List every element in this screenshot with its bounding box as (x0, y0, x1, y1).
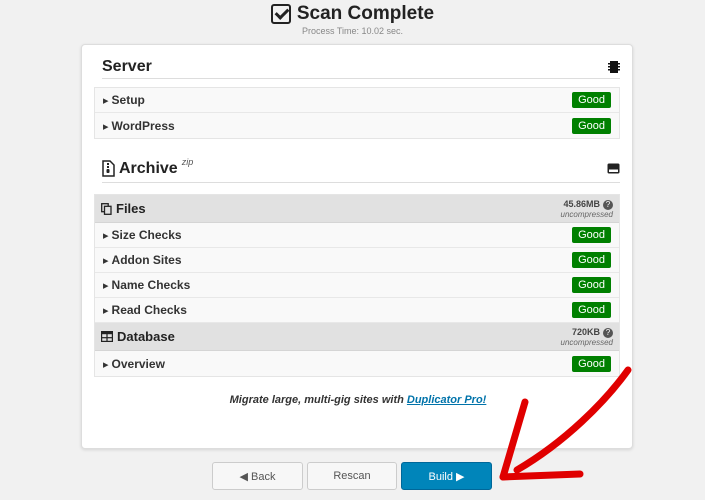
archive-title-wrap: Archive zip (102, 156, 194, 178)
copy-icon (101, 202, 112, 215)
status-badge: Good (572, 277, 611, 293)
status-badge: Good (572, 92, 611, 108)
back-button[interactable]: ◀ Back (212, 462, 303, 490)
title-row: Scan Complete (0, 3, 705, 25)
page-title: Scan Complete (296, 3, 435, 24)
table-icon (101, 331, 113, 342)
files-size: 45.86MB (563, 198, 600, 209)
archive-format: zip (181, 156, 194, 167)
files-title: Files (116, 201, 146, 216)
server-icon (608, 60, 620, 73)
row-label: Name Checks (103, 278, 191, 292)
header: Scan Complete Process Time: 10.02 sec. (0, 3, 705, 36)
row-label: Size Checks (103, 228, 182, 242)
files-title-wrap: Files (101, 201, 146, 216)
archive-list: Files 45.86MB? uncompressed Size Checks … (94, 194, 620, 377)
duplicator-pro-link[interactable]: Duplicator Pro! (407, 394, 486, 406)
files-item-size-checks[interactable]: Size Checks Good (95, 223, 619, 248)
build-button[interactable]: Build ▶ (401, 462, 492, 490)
database-subheader: Database 720KB? uncompressed (95, 323, 619, 351)
server-item-setup[interactable]: Setup Good (95, 88, 619, 113)
files-item-name-checks[interactable]: Name Checks Good (95, 273, 619, 298)
hard-drive-icon (607, 163, 620, 174)
files-item-read-checks[interactable]: Read Checks Good (95, 298, 619, 323)
row-label: Read Checks (103, 303, 187, 317)
row-label: Overview (103, 357, 165, 371)
status-badge: Good (572, 302, 611, 318)
checkbox-icon (270, 4, 291, 24)
file-archive-icon (102, 160, 115, 177)
server-section-header: Server (102, 55, 620, 79)
row-label: Setup (103, 93, 145, 107)
files-size-note: uncompressed (560, 209, 613, 219)
status-badge: Good (572, 227, 611, 243)
database-size-note: uncompressed (560, 337, 613, 347)
database-size-block: 720KB? uncompressed (561, 326, 613, 348)
server-title: Server (102, 57, 152, 75)
row-label: WordPress (103, 119, 175, 133)
files-item-addon-sites[interactable]: Addon Sites Good (95, 248, 619, 273)
archive-title: Archive (119, 159, 178, 177)
status-badge: Good (572, 252, 611, 268)
red-arrow-annotation (499, 366, 632, 481)
status-badge: Good (572, 117, 611, 134)
help-icon[interactable]: ? (603, 327, 613, 338)
database-title: Database (117, 329, 175, 344)
files-subheader: Files 45.86MB? uncompressed (95, 195, 619, 223)
server-item-wordpress[interactable]: WordPress Good (95, 113, 619, 138)
archive-section-header: Archive zip (102, 155, 620, 183)
files-size-block: 45.86MB? uncompressed (561, 198, 613, 220)
rescan-button[interactable]: Rescan (307, 462, 397, 490)
database-size: 720KB (571, 326, 600, 337)
help-icon[interactable]: ? (603, 199, 613, 210)
server-list: Setup Good WordPress Good (94, 87, 620, 139)
process-time: Process Time: 10.02 sec. (301, 26, 404, 36)
promo-message: Migrate large, multi-gig sites with (229, 394, 407, 406)
database-title-wrap: Database (101, 329, 175, 344)
row-label: Addon Sites (103, 253, 182, 267)
